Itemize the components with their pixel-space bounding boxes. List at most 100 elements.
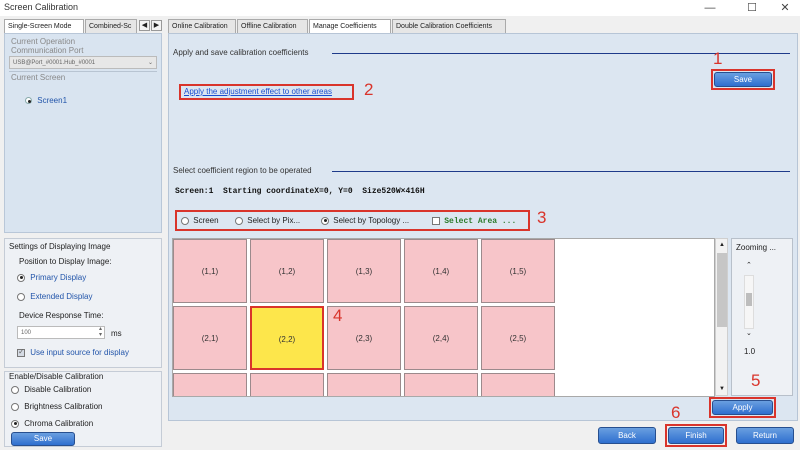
grid-cell-partial[interactable] xyxy=(481,373,555,396)
brightness-calibration-radio[interactable] xyxy=(11,402,19,411)
annotation-number-3: 3 xyxy=(537,208,547,227)
close-icon[interactable]: ✕ xyxy=(770,0,800,16)
chroma-calibration-label: Chroma Calibration xyxy=(24,419,94,428)
response-time-value: 100 xyxy=(21,330,32,336)
extended-display-radio[interactable] xyxy=(17,292,25,301)
grid-cell[interactable]: (1,5) xyxy=(481,239,555,303)
option-select-area[interactable]: Select Area ... xyxy=(432,216,516,226)
screen-radio xyxy=(25,97,32,105)
use-input-source-checkbox[interactable] xyxy=(17,347,25,357)
grid-cell-partial[interactable] xyxy=(327,373,401,396)
screen-selection-panel: Current Operation Communication Port USB… xyxy=(4,33,162,233)
stepper-icon[interactable]: ▴ ▾ xyxy=(99,326,102,338)
tab-manage-coefficients[interactable]: Manage Coefficients xyxy=(309,19,391,34)
topology-option-label: Select by Topology ... xyxy=(333,216,410,225)
communication-port-label: Communication Port xyxy=(11,46,84,55)
annotation-number-2: 2 xyxy=(364,80,374,99)
tab-online-calibration[interactable]: Online Calibration xyxy=(168,19,236,33)
coefficient-region-grid: (1,1) (1,2) (1,3) (1,4) (1,5) (2,1) (2,2… xyxy=(172,238,715,397)
scroll-down-icon[interactable]: ▼ xyxy=(717,384,727,394)
grid-cell[interactable]: (2,4) xyxy=(404,306,478,370)
calibration-save-button[interactable]: Save xyxy=(11,432,75,446)
annotation-number-4: 4 xyxy=(333,306,343,325)
extended-display-option[interactable]: Extended Display xyxy=(17,292,93,301)
select-region-section-title: Select coefficient region to be operated xyxy=(173,166,312,175)
grid-cell[interactable]: (1,4) xyxy=(404,239,478,303)
tab-offline-calibration[interactable]: Offline Calibration xyxy=(237,19,308,33)
grid-cell-partial[interactable] xyxy=(173,373,247,396)
use-input-source-option[interactable]: Use input source for display xyxy=(17,347,129,357)
apply-to-other-areas-link[interactable]: Apply the adjustment effect to other are… xyxy=(184,87,332,96)
zoom-label: Zooming ... xyxy=(736,243,777,252)
section-divider xyxy=(332,171,790,172)
enable-title: Enable/Disable Calibration xyxy=(9,372,104,381)
chroma-calibration-radio[interactable] xyxy=(11,419,19,428)
apply-button[interactable]: Apply xyxy=(712,400,773,415)
tab-single-screen-mode[interactable]: Single-Screen Mode xyxy=(4,19,84,34)
current-screen-label: Current Screen xyxy=(11,73,66,82)
primary-display-radio[interactable] xyxy=(17,273,25,282)
grid-cell[interactable]: (2,5) xyxy=(481,306,555,370)
grid-cell[interactable]: (1,2) xyxy=(250,239,324,303)
select-area-label: Select Area ... xyxy=(444,217,517,226)
zoom-value: 1.0 xyxy=(744,347,756,356)
screen-info-line: Screen:1 Starting coordinateX=0, Y=0 Siz… xyxy=(175,187,425,196)
zoom-slider-track[interactable] xyxy=(744,275,754,329)
option-select-by-pixel[interactable]: Select by Pix... xyxy=(235,216,300,225)
zoom-down-icon[interactable]: ⌄ xyxy=(746,329,752,337)
option-select-by-topology[interactable]: Select by Topology ... xyxy=(321,216,409,225)
extended-display-label: Extended Display xyxy=(30,292,93,301)
option-screen[interactable]: Screen xyxy=(181,216,219,225)
scroll-thumb[interactable] xyxy=(717,253,727,327)
grid-cell-selected[interactable]: (2,2) xyxy=(250,306,324,370)
response-time-label: Device Response Time: xyxy=(19,311,104,320)
minimize-icon[interactable]: — xyxy=(695,0,725,16)
finish-button[interactable]: Finish xyxy=(668,427,724,444)
apply-save-section-title: Apply and save calibration coefficients xyxy=(173,48,309,57)
screen-list-item[interactable]: Screen1 xyxy=(25,96,67,105)
select-area-checkbox[interactable] xyxy=(432,216,440,225)
maximize-icon[interactable]: ☐ xyxy=(737,0,767,16)
zoom-up-icon[interactable]: ⌃ xyxy=(746,261,752,269)
brightness-calibration-label: Brightness Calibration xyxy=(24,402,103,411)
tab-prev-icon[interactable]: ◀ xyxy=(139,20,150,31)
topology-option-radio[interactable] xyxy=(321,216,329,225)
pixel-option-radio[interactable] xyxy=(235,216,243,225)
grid-cell[interactable]: (2,1) xyxy=(173,306,247,370)
annotation-number-5: 5 xyxy=(751,371,761,390)
screen-option-label: Screen xyxy=(193,216,219,225)
disable-calibration-label: Disable Calibration xyxy=(24,385,92,394)
port-value: USB@Port_#0001.Hub_#0001 xyxy=(13,60,96,66)
pixel-option-label: Select by Pix... xyxy=(247,216,301,225)
annotation-number-6: 6 xyxy=(671,403,681,422)
grid-cell[interactable]: (1,1) xyxy=(173,239,247,303)
response-time-input[interactable]: 100 ▴ ▾ xyxy=(17,326,105,339)
save-coefficients-button[interactable]: Save xyxy=(714,72,772,87)
grid-cell-partial[interactable] xyxy=(404,373,478,396)
use-input-source-label: Use input source for display xyxy=(30,348,129,357)
scroll-up-icon[interactable]: ▲ xyxy=(717,240,727,250)
tab-combined-screen[interactable]: Combined-Sc xyxy=(85,19,137,33)
grid-cell-partial[interactable] xyxy=(250,373,324,396)
grid-cell[interactable]: (1,3) xyxy=(327,239,401,303)
disable-calibration-option[interactable]: Disable Calibration xyxy=(11,385,91,394)
main-tab-strip: Online Calibration Offline Calibration M… xyxy=(168,19,798,34)
zoom-slider-thumb[interactable] xyxy=(746,293,752,306)
current-operation-label: Current Operation xyxy=(11,37,76,46)
return-button[interactable]: Return xyxy=(736,427,794,444)
settings-title: Settings of Displaying Image xyxy=(9,242,111,251)
display-settings-panel: Settings of Displaying Image Position to… xyxy=(4,238,162,368)
primary-display-option[interactable]: Primary Display xyxy=(17,273,86,282)
brightness-calibration-option[interactable]: Brightness Calibration xyxy=(11,402,103,411)
screen-item-label: Screen1 xyxy=(37,96,68,105)
chroma-calibration-option[interactable]: Chroma Calibration xyxy=(11,419,93,428)
tab-next-icon[interactable]: ▶ xyxy=(151,20,162,31)
communication-port-dropdown[interactable]: USB@Port_#0001.Hub_#0001 ⌄ xyxy=(9,56,157,69)
position-label: Position to Display Image: xyxy=(19,257,112,266)
grid-vertical-scrollbar[interactable]: ▲ ▼ xyxy=(715,238,728,396)
back-button[interactable]: Back xyxy=(598,427,656,444)
screen-option-radio[interactable] xyxy=(181,216,189,225)
tab-double-calibration-coefficients[interactable]: Double Calibration Coefficients xyxy=(392,19,506,33)
annotation-number-1: 1 xyxy=(713,49,723,68)
disable-calibration-radio[interactable] xyxy=(11,385,19,394)
